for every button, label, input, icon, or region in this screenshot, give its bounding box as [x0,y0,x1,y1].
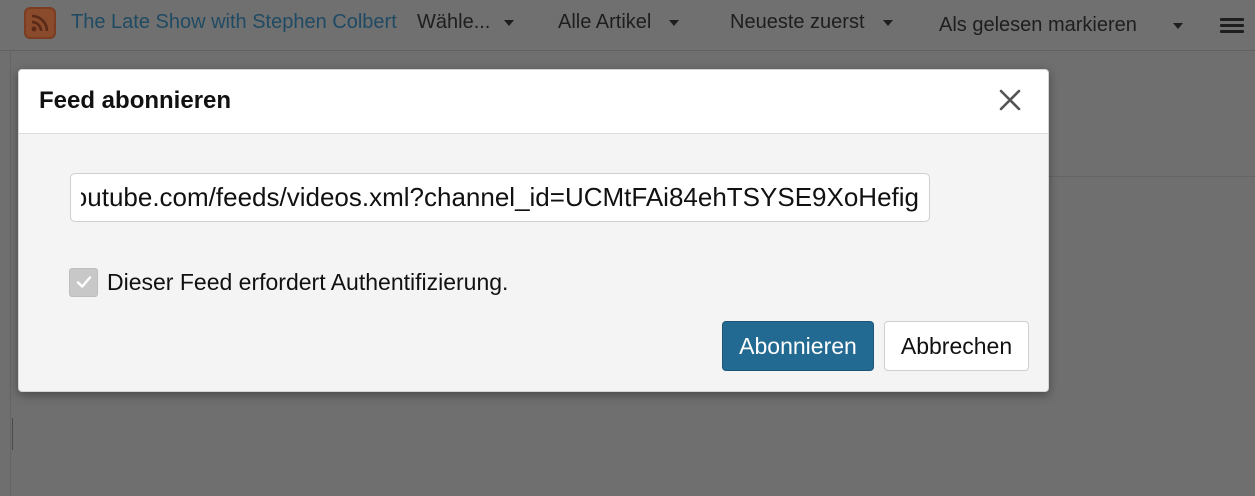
dialog-title: Feed abonnieren [39,87,232,114]
subscribe-feed-dialog: Feed abonnieren Dieser Feed erfordert Au… [18,69,1049,392]
close-button[interactable] [995,85,1025,115]
app-page: The Late Show with Stephen Colbert Wähle… [0,0,1255,496]
content-divider [1048,176,1255,177]
caret-down-icon [1172,22,1183,29]
cancel-button[interactable]: Abbrechen [884,321,1029,371]
auth-checkbox-row: Dieser Feed erfordert Authentifizierung. [69,267,508,297]
filter-dropdown[interactable]: Alle Artikel [558,11,680,34]
rss-feed-icon[interactable] [24,7,56,39]
feed-title-link[interactable]: The Late Show with Stephen Colbert [71,11,397,34]
subscribe-button[interactable]: Abonnieren [722,321,874,371]
mark-read-dropdown[interactable]: Als gelesen markieren [939,14,1183,37]
caret-down-icon [504,19,515,26]
category-dropdown-label: Wähle... [417,11,491,33]
top-toolbar: The Late Show with Stephen Colbert Wähle… [0,0,1255,51]
feed-url-input[interactable] [70,173,930,222]
auth-checkbox-label: Dieser Feed erfordert Authentifizierung. [107,268,509,295]
hamburger-menu-icon[interactable] [1220,18,1244,34]
check-icon [76,276,91,288]
caret-down-icon [669,19,680,26]
left-sidebar-edge [0,0,11,496]
auth-checkbox[interactable] [69,267,98,297]
sort-dropdown-label: Neueste zuerst [730,11,865,33]
category-dropdown[interactable]: Wähle... [417,11,515,34]
filter-dropdown-label: Alle Artikel [558,11,652,33]
caret-down-icon [882,19,893,26]
sort-dropdown[interactable]: Neueste zuerst [730,11,893,34]
close-icon [999,89,1021,111]
dialog-header: Feed abonnieren [19,70,1048,134]
resize-handle[interactable] [12,418,13,450]
mark-read-dropdown-label: Als gelesen markieren [939,14,1137,36]
